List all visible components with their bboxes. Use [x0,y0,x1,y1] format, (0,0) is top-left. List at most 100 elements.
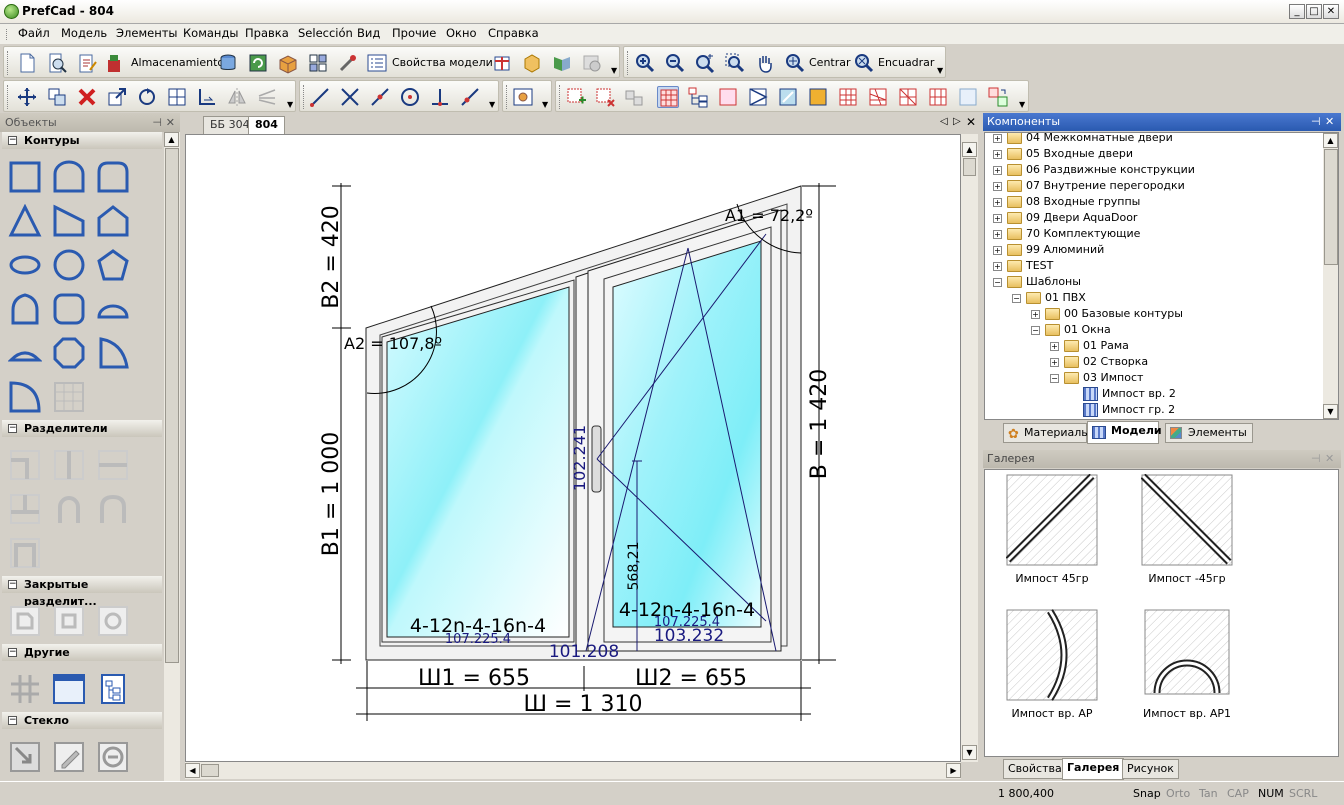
skew-grid-icon[interactable] [867,86,889,108]
database-icon[interactable] [217,52,239,74]
perpendicular-icon[interactable] [429,86,451,108]
gallery-item-impost-minus-45[interactable]: Импост -45гр [1122,474,1252,585]
tree-item[interactable]: +09 Двери AquaDoor [985,210,1321,226]
zoom-in-icon[interactable] [634,52,656,74]
intersect-icon[interactable] [339,86,361,108]
scroll-thumb[interactable] [1324,149,1338,265]
canvas-vscroll[interactable]: ▲ ▼ [961,134,978,762]
scroll-thumb[interactable] [963,158,976,176]
pentagon-shape-icon[interactable] [96,248,130,282]
rounded-top-shape-icon[interactable] [96,160,130,194]
panel-fill-icon[interactable] [807,86,829,108]
section-contours[interactable]: − Контуры [2,132,162,149]
snap-indicator[interactable]: Snap [1133,787,1161,800]
tree-item[interactable]: +01 Рама [985,338,1321,354]
document-tree-icon[interactable] [96,672,130,706]
refresh-model-icon[interactable] [247,52,269,74]
tab-next-icon[interactable]: ▷ [953,116,961,127]
tan-indicator[interactable]: Tan [1199,787,1218,800]
center-icon[interactable] [784,52,806,74]
expand-icon[interactable]: + [993,214,1002,223]
section-closed-dividers[interactable]: − Закрытые разделит... [2,576,162,608]
maximize-button[interactable]: □ [1306,4,1322,19]
copy-move-icon[interactable] [46,86,68,108]
expand-icon[interactable]: + [1050,358,1059,367]
closed-divider-square-icon[interactable] [52,604,86,638]
zoom-dynamic-icon[interactable] [694,52,716,74]
remove-element-icon[interactable] [594,86,616,108]
scroll-down-icon[interactable]: ▼ [962,745,977,760]
dimension-table-icon[interactable] [491,52,513,74]
tree-item[interactable]: +05 Входные двери [985,146,1321,162]
tree-item[interactable]: +07 Внутрение перегородки [985,178,1321,194]
toolbar-overflow-icon[interactable]: ▼ [489,101,496,109]
grid-active-icon[interactable] [657,86,679,108]
midpoint-icon[interactable] [369,86,391,108]
divider-corner-icon[interactable] [8,448,42,482]
tab-models[interactable]: Модели [1087,421,1162,444]
zoom-out-icon[interactable] [664,52,686,74]
center-label[interactable]: Centrar [809,56,851,69]
scroll-up-icon[interactable]: ▲ [1323,133,1338,148]
pin-icon[interactable]: ⊣ [1311,113,1321,131]
window-drawing[interactable]: A1 = 72,2º A2 = 107,8º B2 = 420 B1 = 1 0… [186,135,962,763]
toolbar-overflow-icon[interactable]: ▼ [611,67,618,75]
scale-icon[interactable] [106,86,128,108]
tree-item[interactable]: +08 Входные группы [985,194,1321,210]
tree-structure-icon[interactable] [687,86,709,108]
divider-t-icon[interactable] [8,492,42,526]
scroll-up-icon[interactable]: ▲ [962,142,977,157]
scroll-thumb[interactable] [165,148,179,663]
model-properties-icon[interactable] [366,52,388,74]
swap-grid-icon[interactable] [987,86,1009,108]
scroll-right-icon[interactable]: ▶ [946,763,961,778]
closed-divider-circle-icon[interactable] [96,604,130,638]
menu-selection[interactable]: Selección [298,26,353,40]
divider-arch-icon[interactable] [52,492,86,526]
trapezoid-shape-icon[interactable] [52,204,86,238]
new-document-icon[interactable] [16,52,38,74]
tree-item[interactable]: + TEST [985,258,1321,274]
rotate-icon[interactable] [136,86,158,108]
tree-item[interactable]: Импост вр. 2 [985,386,1321,402]
menu-file[interactable]: Файл [18,26,50,40]
menu-window[interactable]: Окно [446,26,477,40]
tree-item[interactable]: − Шаблоны [985,274,1321,290]
glass-edit-icon[interactable] [52,740,86,774]
objects-scrollbar[interactable]: ▲ ▼ [164,132,180,798]
circle-shape-icon[interactable] [52,248,86,282]
ellipse-shape-icon[interactable] [8,248,42,282]
delete-icon[interactable] [76,86,98,108]
window-frame-icon[interactable] [52,672,86,706]
divider-horizontal-icon[interactable] [96,448,130,482]
section-dividers[interactable]: − Разделители [2,420,162,437]
half-ellipse-shape-icon[interactable] [96,292,130,326]
panel-close-icon[interactable]: ✕ [166,113,175,132]
pin-icon[interactable]: ⊣ [152,113,162,132]
hash-grid-icon[interactable] [8,672,42,706]
tree-item[interactable]: +00 Базовые контуры [985,306,1321,322]
offset-icon[interactable] [196,86,218,108]
tools-icon[interactable] [337,52,359,74]
section-glass[interactable]: − Стекло [2,712,162,729]
red-rect-icon[interactable] [717,86,739,108]
orto-indicator[interactable]: Orto [1166,787,1190,800]
house-shape-icon[interactable] [96,204,130,238]
mirror-icon[interactable] [226,86,248,108]
tree-item[interactable]: +04 Межкомнатные двери [985,133,1321,146]
drawing-canvas[interactable]: A1 = 72,2º A2 = 107,8º B2 = 420 B1 = 1 0… [185,134,961,762]
segment-shape-icon[interactable] [8,336,42,370]
tab-materials[interactable]: ✿ Материалы [1003,423,1090,443]
tree-item[interactable]: +70 Комплектующие [985,226,1321,242]
expand-icon[interactable]: + [1050,342,1059,351]
tab-804[interactable]: 804 [248,116,285,134]
section-other[interactable]: − Другие [2,644,162,661]
cube-icon[interactable] [521,52,543,74]
tree-item[interactable]: +06 Раздвижные конструкции [985,162,1321,178]
components-grid-icon[interactable] [307,52,329,74]
package-icon[interactable] [277,52,299,74]
close-button[interactable]: ✕ [1323,4,1339,19]
zoom-window-icon[interactable] [724,52,746,74]
align-icon[interactable] [166,86,188,108]
diagonal-grid-icon[interactable] [897,86,919,108]
